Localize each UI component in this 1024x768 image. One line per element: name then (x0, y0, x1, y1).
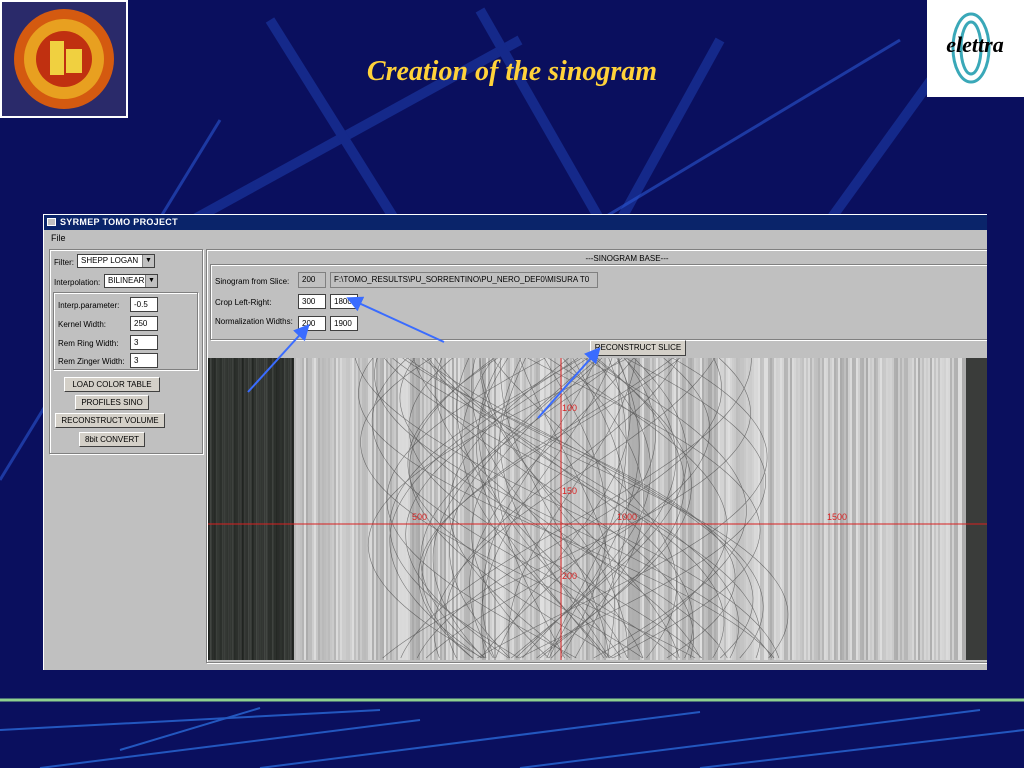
sinogram-header: ---SINOGRAM BASE--- (585, 254, 669, 263)
profiles-sino-button[interactable]: PROFILES SINO (75, 395, 149, 410)
filter-value: SHEPP LOGAN (81, 256, 139, 265)
slice-field[interactable]: 200 (298, 272, 326, 288)
interpolation-value: BILINEAR (108, 276, 145, 285)
param-label: Rem Ring Width: (58, 339, 119, 348)
rem-ring-width-input[interactable]: 3 (130, 335, 158, 350)
norm-left-input[interactable]: 200 (298, 316, 326, 331)
sinogram-fields-group: Sinogram from Slice: 200 F:\TOMO_RESULTS… (210, 264, 987, 340)
crop-left-input[interactable]: 300 (298, 294, 326, 309)
norm-label: Normalization Widths: (215, 317, 293, 326)
window-title: SYRMEP TOMO PROJECT (60, 217, 178, 227)
logo-right-text: elettra (946, 32, 1003, 57)
window-titlebar: SYRMEP TOMO PROJECT (44, 215, 987, 230)
crop-label: Crop Left-Right: (215, 298, 272, 307)
left-control-panel: Filter: SHEPP LOGAN ▼ Interpolation: BIL… (49, 249, 203, 454)
window-app-icon (47, 218, 56, 226)
rem-zinger-width-input[interactable]: 3 (130, 353, 158, 368)
reconstruct-volume-button[interactable]: RECONSTRUCT VOLUME (55, 413, 165, 428)
x-tick-label: 500 (412, 512, 428, 522)
slice-label: Sinogram from Slice: (215, 277, 290, 286)
interpolation-label: Interpolation: (54, 278, 101, 287)
crop-right-input[interactable]: 1800 (330, 294, 358, 309)
sinogram-canvas (208, 358, 987, 660)
y-tick-label: 150 (562, 486, 578, 496)
chevron-down-icon[interactable]: ▼ (145, 275, 157, 287)
x-tick-label: 1500 (827, 512, 848, 522)
sinogram-image[interactable]: 500 1000 1500 100 150 200 (208, 358, 987, 660)
reconstruct-slice-button[interactable]: RECONSTRUCT SLICE (590, 340, 686, 356)
interpolation-select[interactable]: BILINEAR ▼ (104, 274, 158, 288)
param-group: Interp.parameter: -0.5 Kernel Width: 250… (53, 292, 198, 370)
y-tick-label: 100 (562, 403, 578, 413)
menu-file[interactable]: File (51, 233, 66, 243)
filter-select[interactable]: SHEPP LOGAN ▼ (77, 254, 155, 268)
chevron-down-icon[interactable]: ▼ (142, 255, 154, 267)
slide-title: Creation of the sinogram (366, 56, 658, 87)
filter-label: Filter: (54, 258, 74, 267)
param-label: Interp.parameter: (58, 301, 120, 310)
param-label: Kernel Width: (58, 320, 107, 329)
8bit-convert-button[interactable]: 8bit CONVERT (79, 432, 145, 447)
norm-right-input[interactable]: 1900 (330, 316, 358, 331)
x-tick-label: 1000 (617, 512, 638, 522)
interp-parameter-input[interactable]: -0.5 (130, 297, 158, 312)
app-window: SYRMEP TOMO PROJECT File Filter: SHEPP L… (43, 214, 987, 670)
load-color-table-button[interactable]: LOAD COLOR TABLE (64, 377, 160, 392)
y-tick-label: 200 (562, 571, 578, 581)
param-label: Rem Zinger Width: (58, 357, 125, 366)
path-field[interactable]: F:\TOMO_RESULTS\PU_SORRENTINO\PU_NERO_DE… (330, 272, 598, 288)
kernel-width-input[interactable]: 250 (130, 316, 158, 331)
menu-bar: File (44, 231, 987, 245)
